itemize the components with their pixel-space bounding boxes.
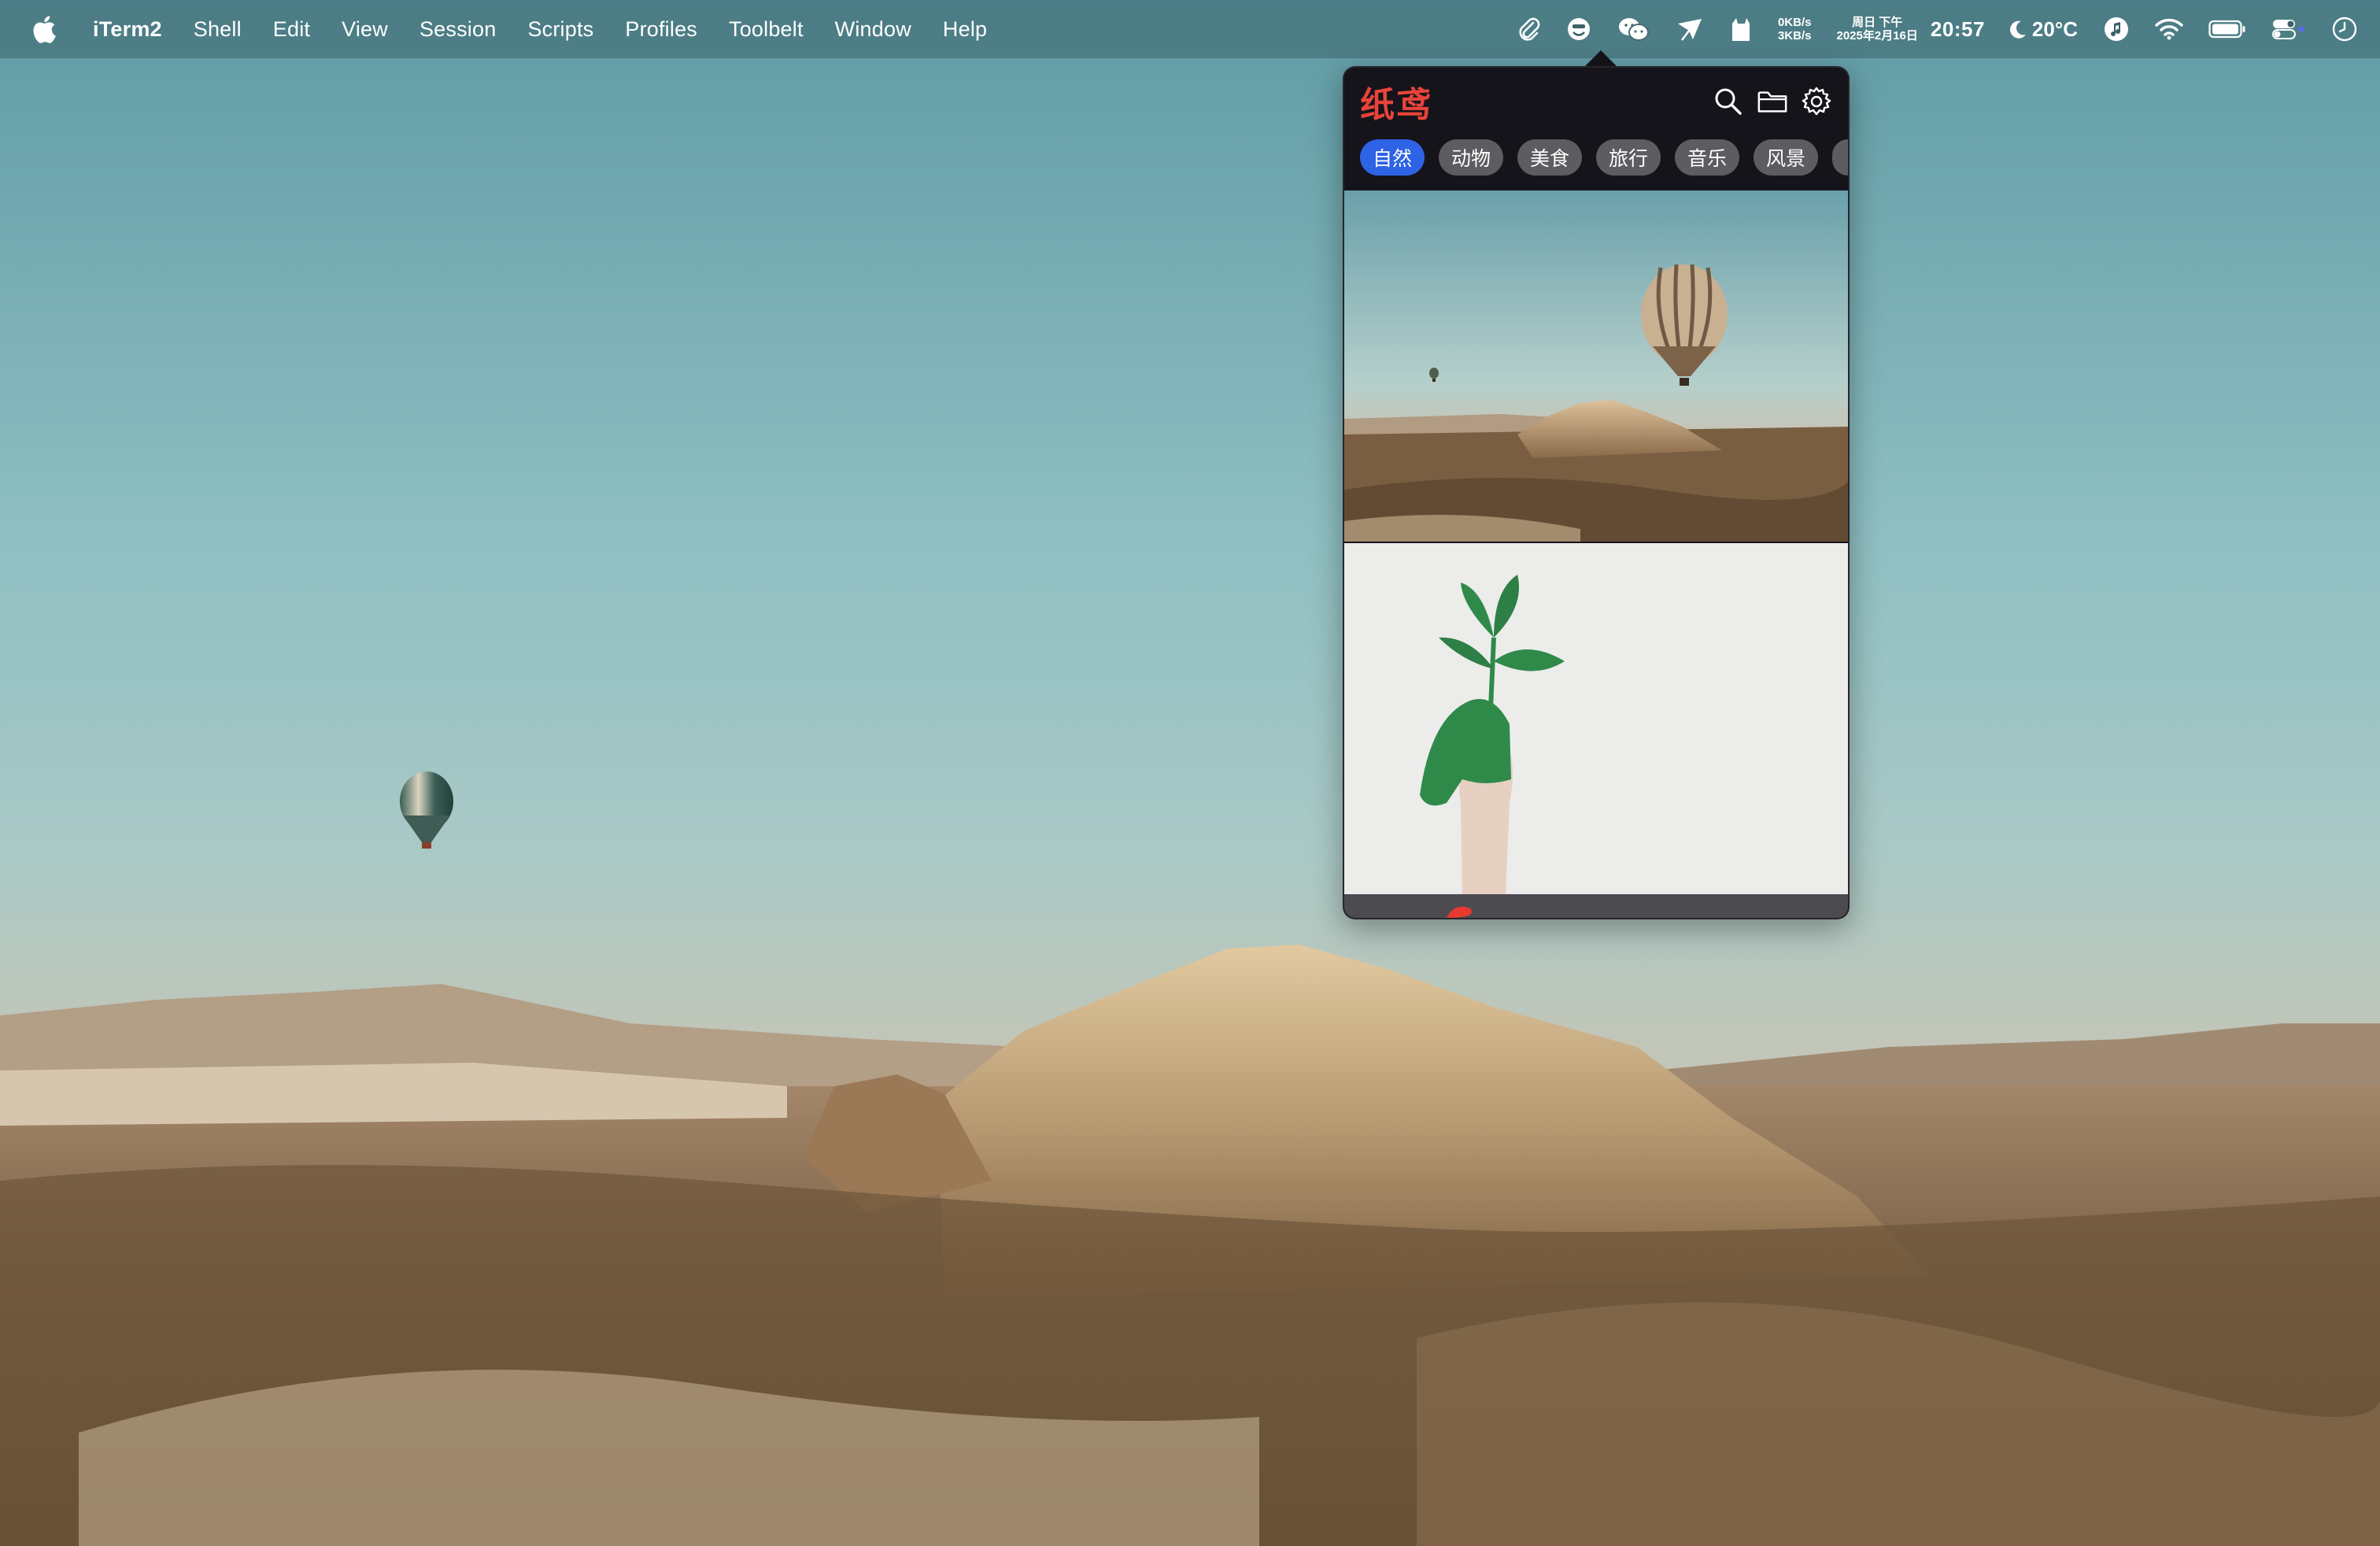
wallpaper-thumbnail (1344, 543, 1848, 894)
clock[interactable]: 20:57 (1931, 0, 1998, 58)
battery-icon[interactable] (2196, 0, 2259, 58)
wallpaper-feed (1344, 190, 1848, 918)
menu-shell[interactable]: Shell (178, 0, 257, 58)
temperature: 20°C (2031, 17, 2078, 41)
menu-bar: iTerm2 Shell Edit View Session Scripts P… (0, 0, 2380, 58)
menu-profiles[interactable]: Profiles (609, 0, 713, 58)
tab-food[interactable]: 美食 (1517, 139, 1582, 176)
menu-toolbelt[interactable]: Toolbelt (713, 0, 819, 58)
app-menu[interactable]: iTerm2 (87, 0, 178, 58)
apple-menu-icon[interactable] (28, 13, 60, 45)
menu-window[interactable]: Window (819, 0, 927, 58)
popover-arrow (1584, 50, 1618, 68)
settings-icon[interactable] (1801, 86, 1832, 117)
wallpaper-card[interactable] (1344, 543, 1848, 894)
weather[interactable]: 20°C (1998, 0, 2090, 58)
full-date: 2025年2月16日 (1836, 29, 1918, 43)
desktop-wallpaper (0, 0, 2380, 1546)
network-speed[interactable]: 0KB/s 3KB/s (1765, 0, 1824, 58)
menu-scripts[interactable]: Scripts (512, 0, 609, 58)
app-brand: 纸鸢 (1360, 85, 1432, 125)
wallpaper-card[interactable] (1344, 190, 1848, 542)
date-stack[interactable]: 周日 下午 2025年2月16日 (1824, 0, 1931, 58)
menu-help[interactable]: Help (927, 0, 1003, 58)
wifi-icon[interactable] (2142, 0, 2196, 58)
tab-travel[interactable]: 旅行 (1596, 139, 1661, 176)
weekday-period: 周日 下午 (1852, 16, 1903, 29)
kite-icon[interactable] (1663, 0, 1717, 58)
wallpaper-image (0, 0, 2380, 1546)
music-icon[interactable] (2090, 0, 2142, 58)
wallpaper-thumbnail (1344, 894, 1848, 918)
cat-icon[interactable] (1717, 0, 1765, 58)
net-up: 0KB/s (1777, 16, 1812, 29)
net-down: 3KB/s (1777, 29, 1812, 43)
wallpaper-card[interactable] (1344, 894, 1848, 918)
face-icon[interactable] (1553, 0, 1605, 58)
kite-popover: 纸鸢 自然 动物 美食 旅行 音乐 风景 (1343, 66, 1850, 919)
wallpaper-thumbnail (1344, 190, 1848, 542)
search-icon[interactable] (1713, 86, 1744, 117)
menu-edit[interactable]: Edit (257, 0, 326, 58)
folder-icon[interactable] (1757, 86, 1788, 117)
tab-music[interactable]: 音乐 (1675, 139, 1739, 176)
wechat-icon[interactable] (1605, 0, 1663, 58)
menu-view[interactable]: View (326, 0, 404, 58)
popover-header: 纸鸢 (1344, 68, 1848, 135)
tab-scenery[interactable]: 风景 (1754, 139, 1818, 176)
control-center-icon[interactable] (2259, 0, 2319, 58)
clock-icon[interactable] (2319, 0, 2380, 58)
category-tabs: 自然 动物 美食 旅行 音乐 风景 (1344, 135, 1848, 179)
weather-moon-icon (2009, 20, 2026, 39)
tab-nature[interactable]: 自然 (1360, 139, 1425, 176)
menu-session[interactable]: Session (404, 0, 512, 58)
paperclip-icon[interactable] (1504, 0, 1553, 58)
tab-animals[interactable]: 动物 (1439, 139, 1503, 176)
tab-overflow[interactable] (1832, 139, 1848, 176)
